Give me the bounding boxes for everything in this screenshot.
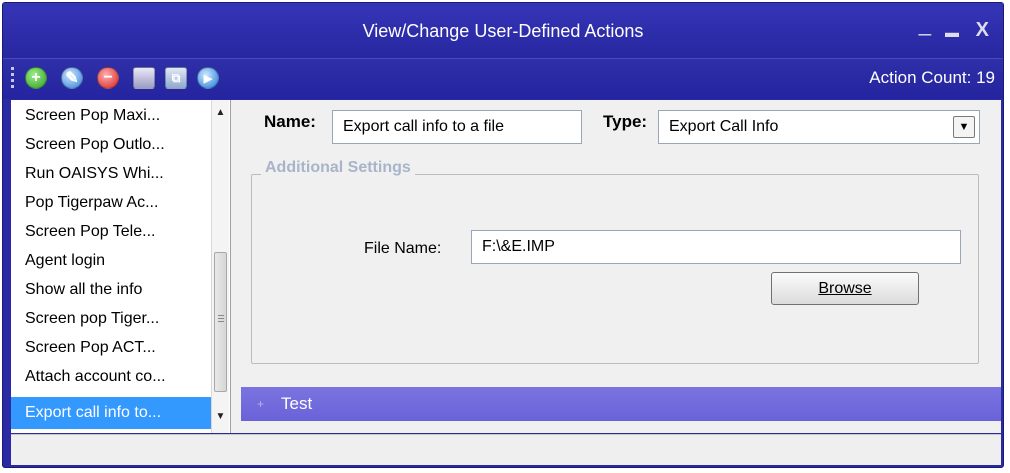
list-item[interactable]: Screen Pop Maxi...	[11, 101, 211, 130]
scroll-down-icon[interactable]: ▼	[212, 408, 229, 426]
file-name-label: File Name:	[364, 240, 442, 257]
type-select-value: Export Call Info	[669, 118, 779, 135]
scroll-grip-icon	[218, 315, 224, 322]
type-select[interactable]: Export Call Info ▼	[658, 110, 980, 144]
list-item[interactable]: Show all the info	[11, 275, 211, 304]
test-panel-header[interactable]: + Test	[241, 387, 1001, 421]
test-panel-label: Test	[281, 394, 313, 413]
additional-settings-group	[251, 174, 979, 364]
name-label: Name:	[264, 112, 316, 131]
save-icon[interactable]	[133, 67, 155, 89]
content-area: Screen Pop Maxi... Screen Pop Outlo... R…	[11, 100, 1001, 465]
toolbar-grip[interactable]	[11, 67, 14, 91]
list-item[interactable]: Pop Tigerpaw Ac...	[11, 188, 211, 217]
actions-list[interactable]: Screen Pop Maxi... Screen Pop Outlo... R…	[11, 100, 231, 433]
delete-icon[interactable]: −	[97, 67, 119, 89]
scroll-up-icon[interactable]: ▲	[212, 104, 229, 122]
window-title: View/Change User-Defined Actions	[362, 21, 644, 41]
list-scrollbar[interactable]: ▲ ▼	[211, 100, 229, 433]
additional-settings-label: Additional Settings	[261, 159, 415, 177]
toolbar: + ✎ − ⧉ ▶ Action Count: 19	[3, 58, 1003, 99]
list-item[interactable]: Screen Pop Tele...	[11, 217, 211, 246]
action-count: Action Count: 19	[869, 68, 995, 87]
name-field[interactable]: Export call info to a file	[332, 110, 582, 144]
add-icon[interactable]: +	[25, 67, 47, 89]
minimize-button[interactable]: _	[919, 13, 931, 35]
scroll-thumb[interactable]	[214, 252, 227, 392]
browse-button[interactable]: Browse	[771, 272, 919, 305]
list-item-selected[interactable]: Export call info to...	[11, 397, 211, 429]
maximize-button[interactable]: ▬	[945, 21, 959, 43]
list-item[interactable]: Screen Pop ACT...	[11, 333, 211, 362]
title-bar[interactable]: View/Change User-Defined Actions _ ▬ X	[3, 3, 1003, 58]
close-button[interactable]: X	[976, 19, 989, 41]
browse-button-label: Browse	[818, 280, 872, 297]
status-bar	[11, 434, 1001, 465]
type-label: Type:	[603, 112, 648, 131]
expand-icon[interactable]: +	[257, 397, 264, 411]
list-item[interactable]: Agent login	[11, 246, 211, 275]
main-window: View/Change User-Defined Actions _ ▬ X +…	[2, 2, 1004, 468]
list-item[interactable]: Screen Pop Outlo...	[11, 130, 211, 159]
chevron-down-icon[interactable]: ▼	[953, 116, 975, 138]
edit-icon[interactable]: ✎	[61, 67, 83, 89]
list-item[interactable]: Run OAISYS Whi...	[11, 159, 211, 188]
copy-icon[interactable]: ⧉	[165, 67, 187, 89]
file-name-field[interactable]: F:\&E.IMP	[471, 230, 961, 264]
list-item[interactable]: Attach account co...	[11, 362, 211, 391]
list-item[interactable]: Screen pop Tiger...	[11, 304, 211, 333]
play-icon[interactable]: ▶	[197, 67, 219, 89]
